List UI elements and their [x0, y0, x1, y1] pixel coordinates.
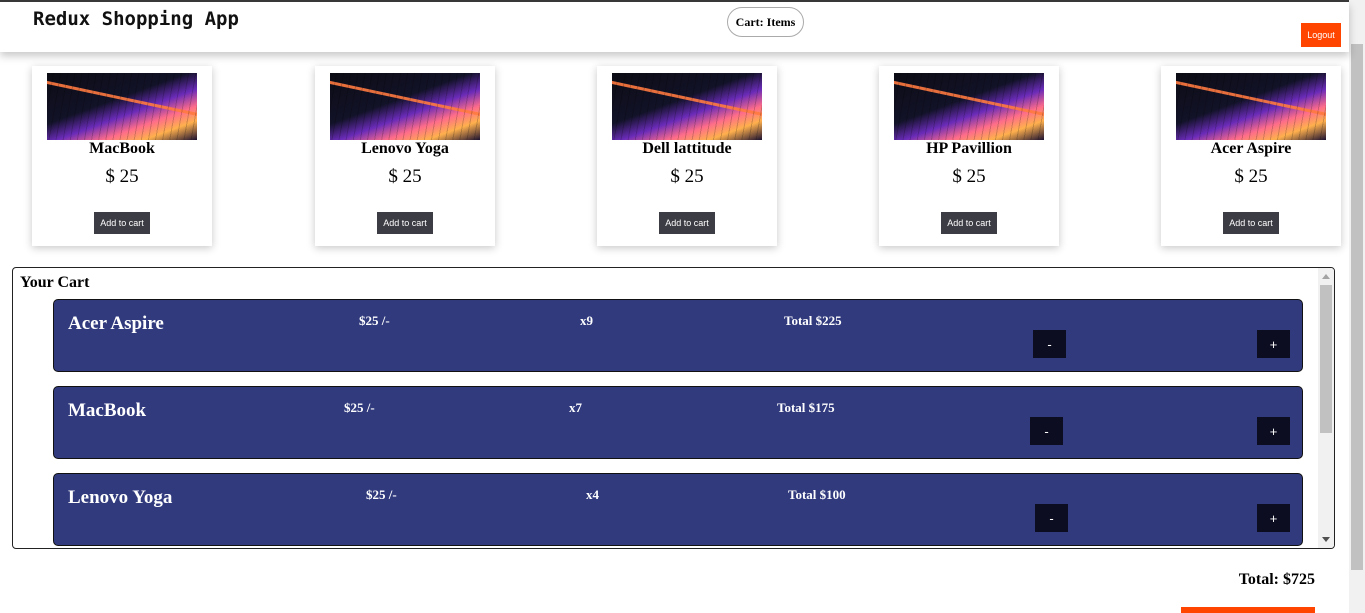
- increment-button[interactable]: +: [1257, 330, 1290, 358]
- product-image: [894, 73, 1044, 140]
- cart-item-price: $25 /-: [359, 313, 390, 328]
- cart-item-quantity: x9: [580, 313, 593, 328]
- page-scrollbar[interactable]: [1349, 0, 1365, 613]
- product-price: $ 25: [105, 166, 139, 187]
- add-to-cart-button[interactable]: Add to cart: [659, 212, 715, 234]
- cart-item: Lenovo Yoga $25 /- x4 Total $100 - +: [53, 473, 1303, 546]
- cart-item-price: $25 /-: [344, 400, 375, 415]
- add-to-cart-button[interactable]: Add to cart: [94, 212, 150, 234]
- product-image: [1176, 73, 1326, 140]
- add-to-cart-button[interactable]: Add to cart: [941, 212, 997, 234]
- product-price: $ 25: [952, 166, 986, 187]
- cart-button[interactable]: Cart: Items: [727, 7, 804, 37]
- app-header: Redux Shopping App Cart: Items Logout: [0, 2, 1349, 52]
- cart-item: MacBook $25 /- x7 Total $175 - +: [53, 386, 1303, 459]
- scroll-down-arrow-icon[interactable]: [1322, 537, 1330, 542]
- increment-button[interactable]: +: [1257, 504, 1290, 532]
- cart-item-quantity: x7: [569, 400, 582, 415]
- cart-scrollbar-thumb[interactable]: [1320, 285, 1332, 433]
- cart-item-total: Total $100: [788, 487, 846, 502]
- product-card: HP Pavillion $ 25 Add to cart: [879, 66, 1059, 246]
- page-scrollbar-thumb[interactable]: [1351, 44, 1363, 570]
- product-card: Lenovo Yoga $ 25 Add to cart: [315, 66, 495, 246]
- product-name: Dell lattitude: [642, 140, 732, 157]
- logout-button[interactable]: Logout: [1301, 23, 1341, 47]
- product-image: [47, 73, 197, 140]
- product-image: [330, 73, 480, 140]
- product-name: Lenovo Yoga: [361, 140, 449, 157]
- scroll-up-arrow-icon[interactable]: [1322, 274, 1330, 279]
- cart-grand-total: Total: $725: [1238, 571, 1315, 588]
- cart-item-name: MacBook: [68, 400, 147, 421]
- product-card: Acer Aspire $ 25 Add to cart: [1161, 66, 1341, 246]
- cart-heading: Your Cart: [20, 274, 90, 291]
- cart-panel: Your Cart Acer Aspire $25 /- x9 Total $2…: [12, 267, 1335, 549]
- add-to-cart-button[interactable]: Add to cart: [1223, 212, 1279, 234]
- checkout-button[interactable]: [1181, 607, 1315, 613]
- cart-item-name: Lenovo Yoga: [68, 487, 173, 508]
- decrement-button[interactable]: -: [1033, 330, 1066, 358]
- cart-item-quantity: x4: [586, 487, 599, 502]
- cart-item-price: $25 /-: [366, 487, 397, 502]
- product-price: $ 25: [1234, 166, 1268, 187]
- cart-item-name: Acer Aspire: [68, 313, 164, 334]
- product-price: $ 25: [670, 166, 704, 187]
- product-price: $ 25: [388, 166, 422, 187]
- product-card: MacBook $ 25 Add to cart: [32, 66, 212, 246]
- decrement-button[interactable]: -: [1035, 504, 1068, 532]
- app-title: Redux Shopping App: [33, 8, 239, 30]
- product-card: Dell lattitude $ 25 Add to cart: [597, 66, 777, 246]
- product-name: HP Pavillion: [926, 140, 1012, 157]
- cart-item: Acer Aspire $25 /- x9 Total $225 - +: [53, 299, 1303, 372]
- cart-scrollbar[interactable]: [1318, 268, 1334, 548]
- product-name: Acer Aspire: [1210, 140, 1292, 157]
- decrement-button[interactable]: -: [1030, 417, 1063, 445]
- product-image: [612, 73, 762, 140]
- product-name: MacBook: [89, 140, 155, 157]
- cart-item-total: Total $225: [784, 313, 842, 328]
- add-to-cart-button[interactable]: Add to cart: [377, 212, 433, 234]
- cart-item-total: Total $175: [777, 400, 835, 415]
- increment-button[interactable]: +: [1257, 417, 1290, 445]
